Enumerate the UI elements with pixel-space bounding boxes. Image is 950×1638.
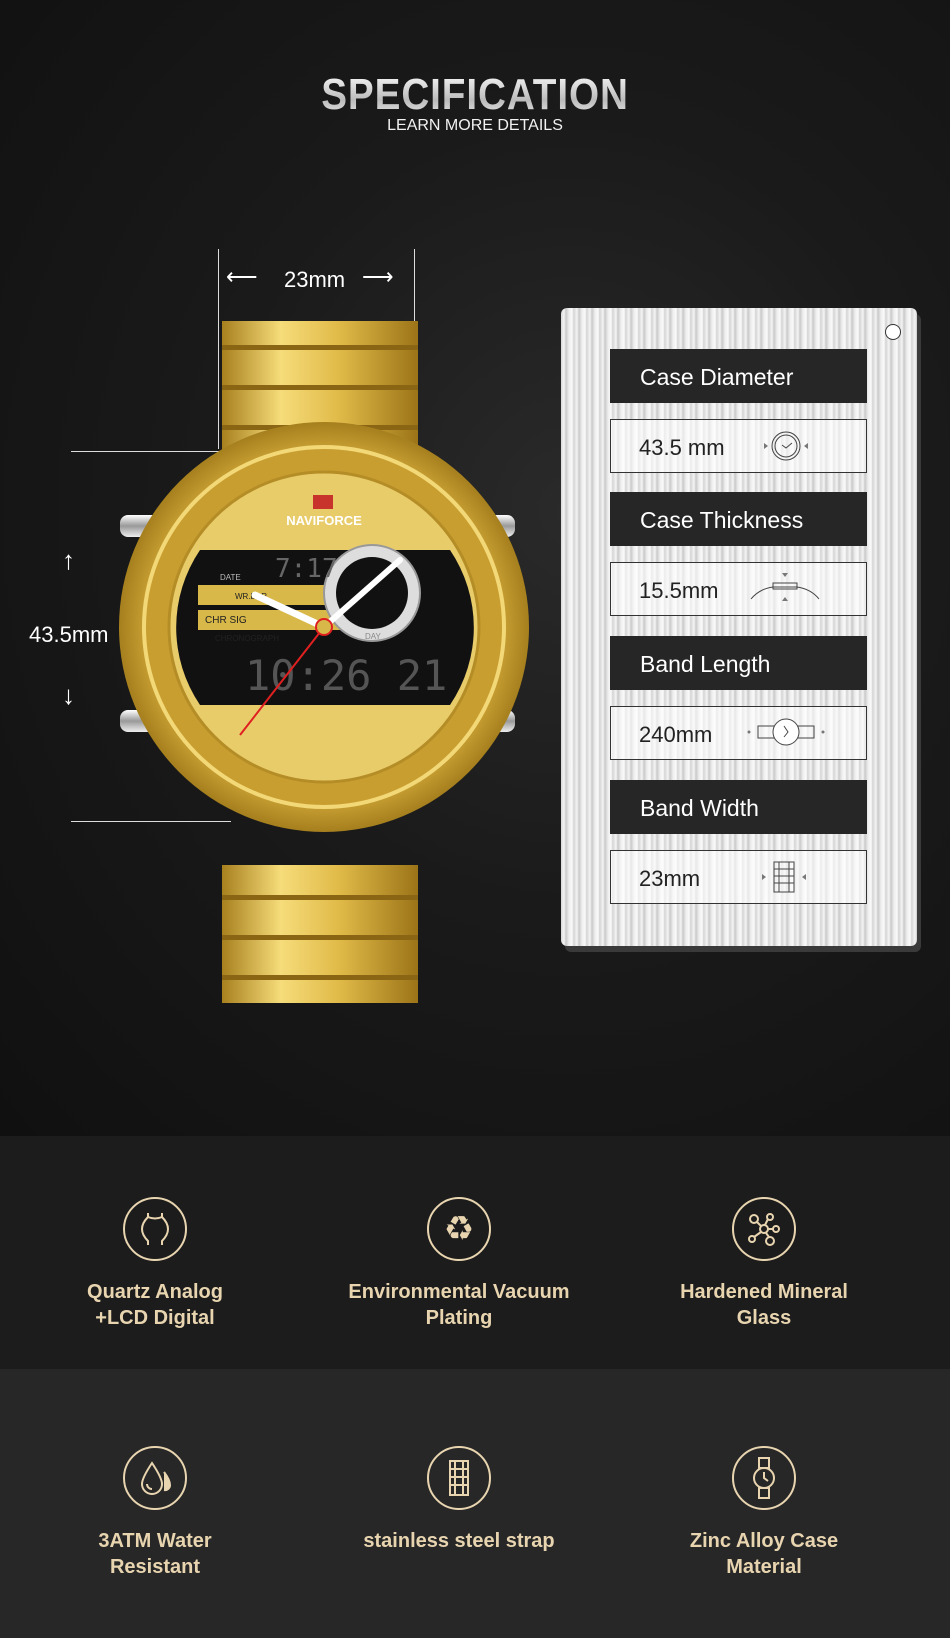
spec-card: Case Diameter 43.5 mm Case Thickness 15.… <box>561 308 917 946</box>
feature-label-line1: Zinc Alloy Case <box>689 1530 839 1552</box>
arrow-up-icon: ↑ <box>62 545 75 575</box>
feature-glass: Hardened Mineral Glass <box>614 1197 914 1331</box>
feature-quartz: Quartz Analog +LCD Digital <box>5 1197 305 1331</box>
feature-label-line1: 3ATM Water <box>98 1530 212 1552</box>
band-width-dimension: 23mm <box>284 267 346 292</box>
lcd-bottom-display: 10:26 21 <box>245 651 447 700</box>
feature-label-line2: Plating <box>425 1307 493 1329</box>
case-height-dimension: 43.5mm <box>29 622 109 647</box>
dial-text-date: DATE <box>220 573 241 582</box>
spec-value-text: 240mm <box>639 722 713 747</box>
dial-text-day: DAY <box>365 632 382 641</box>
watch-side-icon <box>750 573 820 601</box>
bracelet-bottom <box>222 865 418 1003</box>
strap-icon <box>427 1446 491 1510</box>
spec-label-case-thickness: Case Thickness <box>610 492 867 546</box>
feature-strap: stainless steel strap <box>309 1446 609 1554</box>
feature-label-line1: Hardened Mineral <box>680 1281 848 1303</box>
feature-case-material: Zinc Alloy Case Material <box>614 1446 914 1580</box>
watch-face-icon <box>764 431 808 461</box>
band-link-icon <box>762 861 806 893</box>
feature-label-line2: +LCD Digital <box>95 1307 215 1329</box>
page-subtitle: LEARN MORE DETAILS <box>387 117 563 134</box>
brand-logo: NAVIFORCE <box>286 513 362 528</box>
feature-label-line2: Glass <box>736 1307 792 1329</box>
recycle-icon: ♻ <box>427 1197 491 1261</box>
spec-value-text: 43.5 mm <box>639 435 725 460</box>
spec-value-text: 15.5mm <box>639 578 719 603</box>
watch-outline-icon <box>123 1197 187 1261</box>
lcd-top-display: 7:17 <box>275 554 338 584</box>
watch-band-length-icon <box>747 718 825 746</box>
card-hole <box>885 324 901 340</box>
feature-water: 3ATM Water Resistant <box>5 1446 305 1580</box>
spec-value-case-diameter: 43.5 mm <box>610 419 867 473</box>
feature-label-line1: Environmental Vacuum <box>348 1281 570 1303</box>
feature-plating: ♻ Environmental Vacuum Plating <box>309 1197 609 1331</box>
water-drop-icon <box>123 1446 187 1510</box>
spec-label-case-diameter: Case Diameter <box>610 349 867 403</box>
spec-value-band-width: 23mm <box>610 850 867 904</box>
molecule-icon <box>732 1197 796 1261</box>
spec-value-case-thickness: 15.5mm <box>610 562 867 616</box>
feature-label-line1: stainless steel strap <box>363 1530 555 1552</box>
feature-label-line2: Material <box>726 1556 802 1578</box>
arrow-left-icon: ⟵ <box>226 264 258 289</box>
spec-value-band-length: 240mm <box>610 706 867 760</box>
wristwatch-icon <box>732 1446 796 1510</box>
spec-label-band-length: Band Length <box>610 636 867 690</box>
watch-product-image: NAVIFORCE DATE WR.BAR CHR SIG CHRONOGRAP… <box>119 321 529 1003</box>
spec-value-text: 23mm <box>639 866 701 891</box>
spec-label-band-width: Band Width <box>610 780 867 834</box>
page-title: SPECIFICATION <box>57 70 893 120</box>
feature-label-line1: Quartz Analog <box>87 1281 223 1303</box>
dial-text-chronograph: CHRONOGRAPH <box>215 634 279 643</box>
arrow-right-icon: ⟶ <box>362 264 394 289</box>
dial-text-chrsig: CHR SIG <box>205 615 247 626</box>
feature-label-line2: Resistant <box>109 1556 201 1578</box>
arrow-down-icon: ↓ <box>62 680 75 710</box>
